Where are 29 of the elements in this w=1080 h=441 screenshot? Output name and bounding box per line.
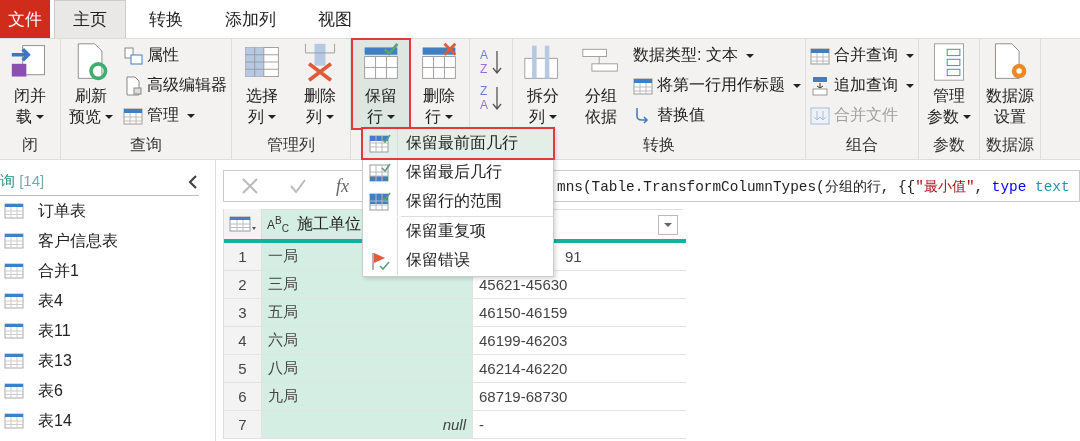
row-number: 3	[224, 299, 261, 326]
table-cell: 46199-46203	[479, 332, 568, 349]
row-number: 1	[224, 243, 261, 270]
group-label: 组合	[846, 135, 878, 155]
table-cell: 46214-46220	[479, 360, 568, 377]
table-cell: 46150-46159	[479, 304, 568, 321]
table-cell: 八局	[268, 359, 298, 378]
table-cell: 六局	[268, 331, 298, 350]
row-number: 2	[224, 271, 261, 298]
table-cell: 九局	[268, 387, 298, 406]
group-label: 闭	[22, 135, 38, 155]
row-number: 4	[224, 327, 261, 354]
table-cell: 91	[565, 248, 582, 265]
row-number: 6	[224, 383, 261, 410]
group-label: 查询	[130, 135, 162, 155]
group-label: 数据源	[986, 135, 1034, 155]
row-number: 5	[224, 355, 261, 382]
table-cell: null	[442, 416, 466, 433]
queries-heading: 询 [14]	[0, 172, 45, 191]
group-label: 管理列	[267, 135, 315, 155]
table-cell: 45621-45630	[479, 276, 568, 293]
group-label: 参数	[933, 135, 965, 155]
table-cell: 三局	[268, 275, 298, 294]
table-cell: 68719-68730	[479, 388, 568, 405]
table-cell: -	[479, 416, 484, 433]
table-cell: 五局	[268, 303, 298, 322]
table-cell: 一局	[268, 247, 298, 266]
row-number: 7	[224, 411, 261, 438]
group-label: 转换	[643, 135, 675, 155]
